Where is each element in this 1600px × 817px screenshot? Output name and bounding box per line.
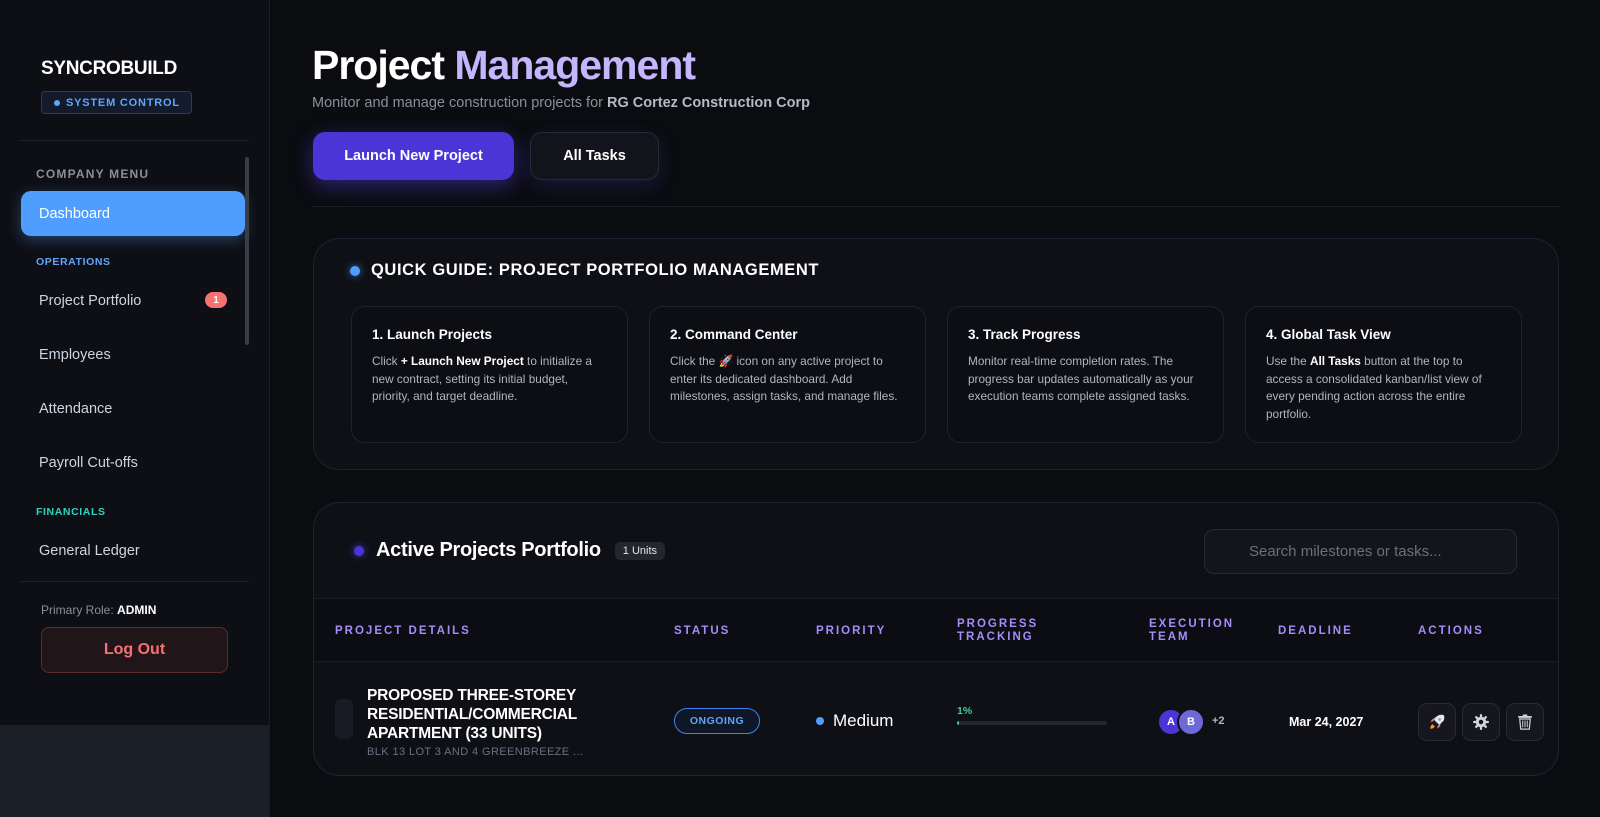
sidebar-item-label: Attendance (39, 400, 113, 417)
status-badge: ONGOING (674, 708, 760, 734)
step-text-bold: All Tasks (1309, 354, 1361, 368)
page-title-part1: Project (312, 42, 445, 88)
step-text-pre: Click the (670, 354, 716, 368)
sidebar-item-label: Payroll Cut-offs (39, 454, 138, 471)
sidebar-item-label: Employees (39, 346, 111, 363)
delete-button[interactable] (1506, 703, 1544, 741)
priority-dot-icon (816, 717, 824, 725)
step-title: 3. Track Progress (968, 327, 1081, 342)
brand-logo: SYNCROBUILD (41, 58, 178, 79)
search-input[interactable] (1204, 529, 1517, 574)
step-title: 2. Command Center (670, 327, 798, 342)
step-text-pre: Click (372, 354, 398, 368)
column-header-team: EXECUTION TEAM (1149, 618, 1235, 643)
sidebar-item-label: Dashboard (39, 205, 110, 222)
system-control-badge: SYSTEM CONTROL (41, 91, 192, 114)
all-tasks-button[interactable]: All Tasks (530, 132, 659, 180)
step-title: 4. Global Task View (1266, 327, 1391, 342)
step-text: Click + Launch New Project to initialize… (372, 353, 607, 406)
system-control-label: SYSTEM CONTROL (66, 96, 180, 109)
sidebar: SYNCROBUILD SYSTEM CONTROL COMPANY MENU … (0, 0, 270, 725)
primary-role: Primary Role: ADMIN (41, 603, 156, 617)
header-divider (312, 206, 1559, 207)
progress-label: 1% (957, 705, 973, 717)
sidebar-item-label: Project Portfolio (39, 292, 142, 309)
step-title: 1. Launch Projects (372, 327, 493, 342)
team-more-count: +2 (1212, 715, 1225, 727)
quick-guide-card: QUICK GUIDE: PROJECT PORTFOLIO MANAGEMEN… (313, 238, 1559, 470)
gear-icon (1473, 714, 1489, 730)
column-header-deadline: DEADLINE (1278, 625, 1353, 637)
rocket-icon: 🚀 (718, 354, 734, 368)
trash-icon (1518, 714, 1532, 730)
project-name[interactable]: PROPOSED THREE-STOREY RESIDENTIAL/COMMER… (367, 686, 627, 743)
avatar: B (1177, 708, 1205, 736)
active-projects-card: Active Projects Portfolio 1 Units PROJEC… (313, 502, 1559, 776)
column-header-actions: ACTIONS (1418, 625, 1484, 637)
financials-heading: FINANCIALS (36, 506, 106, 518)
launch-new-project-button[interactable]: Launch New Project (313, 132, 514, 180)
role-value: ADMIN (117, 603, 157, 617)
sidebar-item-payroll[interactable]: Payroll Cut-offs (21, 440, 245, 485)
sidebar-divider (20, 140, 249, 141)
step-text-bold: + Launch New Project (400, 354, 524, 368)
column-header-priority: PRIORITY (816, 625, 887, 637)
step-text: Use the All Tasks button at the top to a… (1266, 353, 1501, 423)
units-badge: 1 Units (614, 541, 666, 560)
company-menu-heading: COMPANY MENU (36, 167, 150, 181)
project-thumbnail (335, 699, 353, 739)
step-text: Monitor real-time completion rates. The … (968, 354, 1194, 403)
logout-button[interactable]: Log Out (41, 627, 228, 673)
portfolio-count-badge: 1 (205, 292, 227, 308)
portfolio-header: Active Projects Portfolio 1 Units (354, 539, 666, 562)
priority-indicator: Medium (816, 711, 893, 731)
quick-guide-header: QUICK GUIDE: PROJECT PORTFOLIO MANAGEMEN… (350, 261, 819, 280)
page-subtitle: Monitor and manage construction projects… (312, 95, 810, 111)
table-row[interactable]: PROPOSED THREE-STOREY RESIDENTIAL/COMMER… (314, 662, 1558, 775)
step-text-pre: Use the (1266, 354, 1307, 368)
quick-guide-title: QUICK GUIDE: PROJECT PORTFOLIO MANAGEMEN… (371, 261, 820, 279)
column-header-status: STATUS (674, 625, 731, 637)
company-name: RG Cortez Construction Corp (607, 95, 810, 111)
command-center-button[interactable] (1418, 703, 1456, 741)
deadline-date: Mar 24, 2027 (1289, 715, 1364, 729)
progress-bar-fill (957, 721, 959, 725)
guide-step-track-progress: 3. Track Progress Monitor real-time comp… (947, 306, 1224, 443)
page-title-part2: Management (454, 42, 696, 88)
project-location: BLK 13 LOT 3 AND 4 GREENBREEZE ... (367, 746, 584, 758)
status-dot-icon (54, 99, 60, 106)
sidebar-divider (20, 581, 249, 582)
page-title: Project Management (312, 42, 696, 89)
sidebar-item-attendance[interactable]: Attendance (21, 386, 245, 431)
step-text: Click the 🚀 icon on any active project t… (670, 353, 905, 406)
column-header-progress: PROGRESS TRACKING (957, 618, 1039, 643)
portfolio-title: Active Projects Portfolio (376, 539, 601, 561)
subtitle-text: Monitor and manage construction projects… (312, 95, 603, 111)
sidebar-item-label: General Ledger (39, 542, 140, 559)
guide-step-command-center: 2. Command Center Click the 🚀 icon on an… (649, 306, 926, 443)
guide-step-global-task-view: 4. Global Task View Use the All Tasks bu… (1245, 306, 1522, 443)
sidebar-item-dashboard[interactable]: Dashboard (21, 191, 245, 236)
sidebar-item-general-ledger[interactable]: General Ledger (21, 528, 245, 573)
sidebar-scrollbar[interactable] (245, 157, 249, 345)
column-header-project-details: PROJECT DETAILS (335, 625, 471, 637)
guide-step-launch: 1. Launch Projects Click + Launch New Pr… (351, 306, 628, 443)
sidebar-item-employees[interactable]: Employees (21, 332, 245, 377)
role-label: Primary Role: (41, 603, 114, 617)
priority-label: Medium (833, 711, 894, 730)
progress-bar (957, 721, 1107, 725)
sidebar-footer-area (0, 725, 270, 817)
operations-heading: OPERATIONS (36, 256, 111, 268)
portfolio-dot-icon (354, 545, 364, 556)
guide-dot-icon (350, 265, 360, 276)
sidebar-item-project-portfolio[interactable]: Project Portfolio 1 (21, 278, 245, 323)
settings-button[interactable] (1462, 703, 1500, 741)
rocket-icon (1430, 714, 1445, 729)
table-header: PROJECT DETAILS STATUS PRIORITY PROGRESS… (314, 598, 1558, 662)
